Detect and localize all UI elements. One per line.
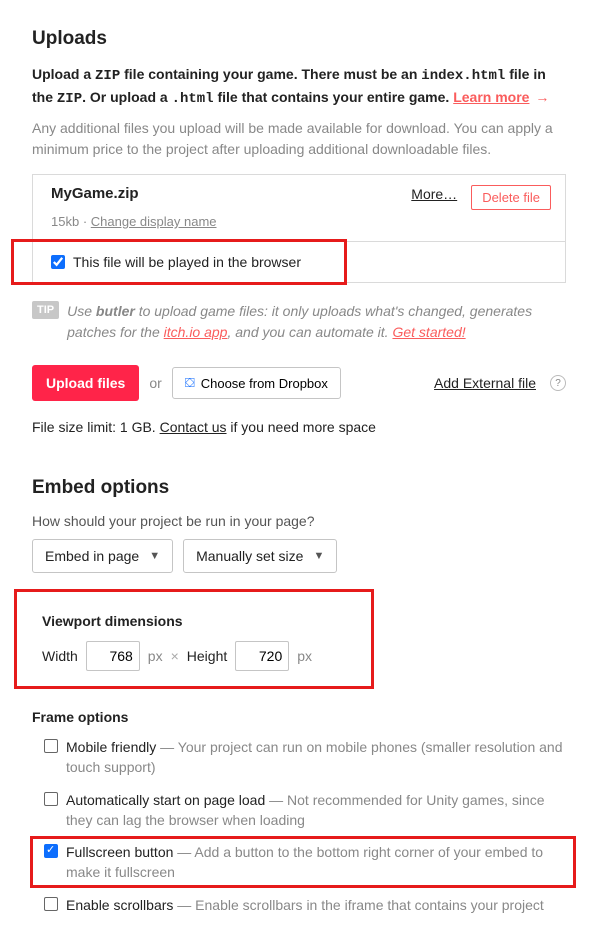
tip-row: TIP Use butler to upload game files: it … [32, 301, 566, 343]
height-input[interactable] [235, 641, 289, 671]
upload-intro: Upload a ZIP file containing your game. … [32, 64, 566, 110]
chevron-down-icon: ▼ [313, 550, 324, 562]
dropbox-icon: ⛋ [185, 375, 195, 391]
arrow-right-icon: → [531, 89, 549, 105]
times-separator: × [171, 648, 179, 664]
dropbox-button[interactable]: ⛋ Choose from Dropbox [172, 367, 341, 399]
width-label: Width [42, 648, 78, 664]
contact-us-link[interactable]: Contact us [160, 419, 227, 435]
help-icon[interactable]: ? [550, 375, 566, 391]
embed-mode-select[interactable]: Embed in page ▼ [32, 539, 173, 573]
uploads-heading: Uploads [32, 28, 566, 50]
upload-files-button[interactable]: Upload files [32, 365, 139, 401]
fullscreen-checkbox[interactable] [44, 844, 58, 858]
autostart-option[interactable]: Automatically start on page load — Not r… [32, 790, 566, 831]
delete-file-button[interactable]: Delete file [471, 185, 551, 210]
play-in-browser-label[interactable]: This file will be played in the browser [51, 254, 547, 270]
embed-how-question: How should your project be run in your p… [32, 513, 566, 529]
height-label: Height [187, 648, 227, 664]
file-more-link[interactable]: More… [411, 185, 457, 202]
scrollbars-option[interactable]: Enable scrollbars — Enable scrollbars in… [32, 895, 566, 915]
fullscreen-option[interactable]: Fullscreen button — Add a button to the … [32, 842, 566, 883]
add-external-file-link[interactable]: Add External file [434, 375, 536, 391]
chevron-down-icon: ▼ [149, 550, 160, 562]
or-separator: or [149, 375, 161, 391]
px-unit: px [297, 648, 312, 664]
width-input[interactable] [86, 641, 140, 671]
tip-badge: TIP [32, 301, 59, 319]
learn-more-link[interactable]: Learn more [453, 89, 529, 105]
embed-options-heading: Embed options [32, 477, 566, 499]
frame-options-title: Frame options [32, 709, 566, 725]
play-in-browser-checkbox[interactable] [51, 255, 65, 269]
px-unit: px [148, 648, 163, 664]
file-meta: 15kb · Change display name [51, 214, 551, 229]
file-name: MyGame.zip [51, 185, 411, 202]
uploaded-file-card: MyGame.zip More… Delete file 15kb · Chan… [32, 174, 566, 283]
mobile-friendly-option[interactable]: Mobile friendly — Your project can run o… [32, 737, 566, 778]
file-size-limit: File size limit: 1 GB. Contact us if you… [32, 419, 566, 435]
mobile-friendly-checkbox[interactable] [44, 739, 58, 753]
size-mode-select[interactable]: Manually set size ▼ [183, 539, 337, 573]
additional-info: Any additional files you upload will be … [32, 118, 566, 160]
viewport-dimensions-title: Viewport dimensions [42, 613, 556, 629]
autostart-checkbox[interactable] [44, 792, 58, 806]
get-started-link[interactable]: Get started! [392, 324, 465, 340]
scrollbars-checkbox[interactable] [44, 897, 58, 911]
highlight-annotation [14, 589, 374, 689]
itchio-app-link[interactable]: itch.io app [164, 324, 228, 340]
change-display-name-link[interactable]: Change display name [91, 214, 217, 229]
